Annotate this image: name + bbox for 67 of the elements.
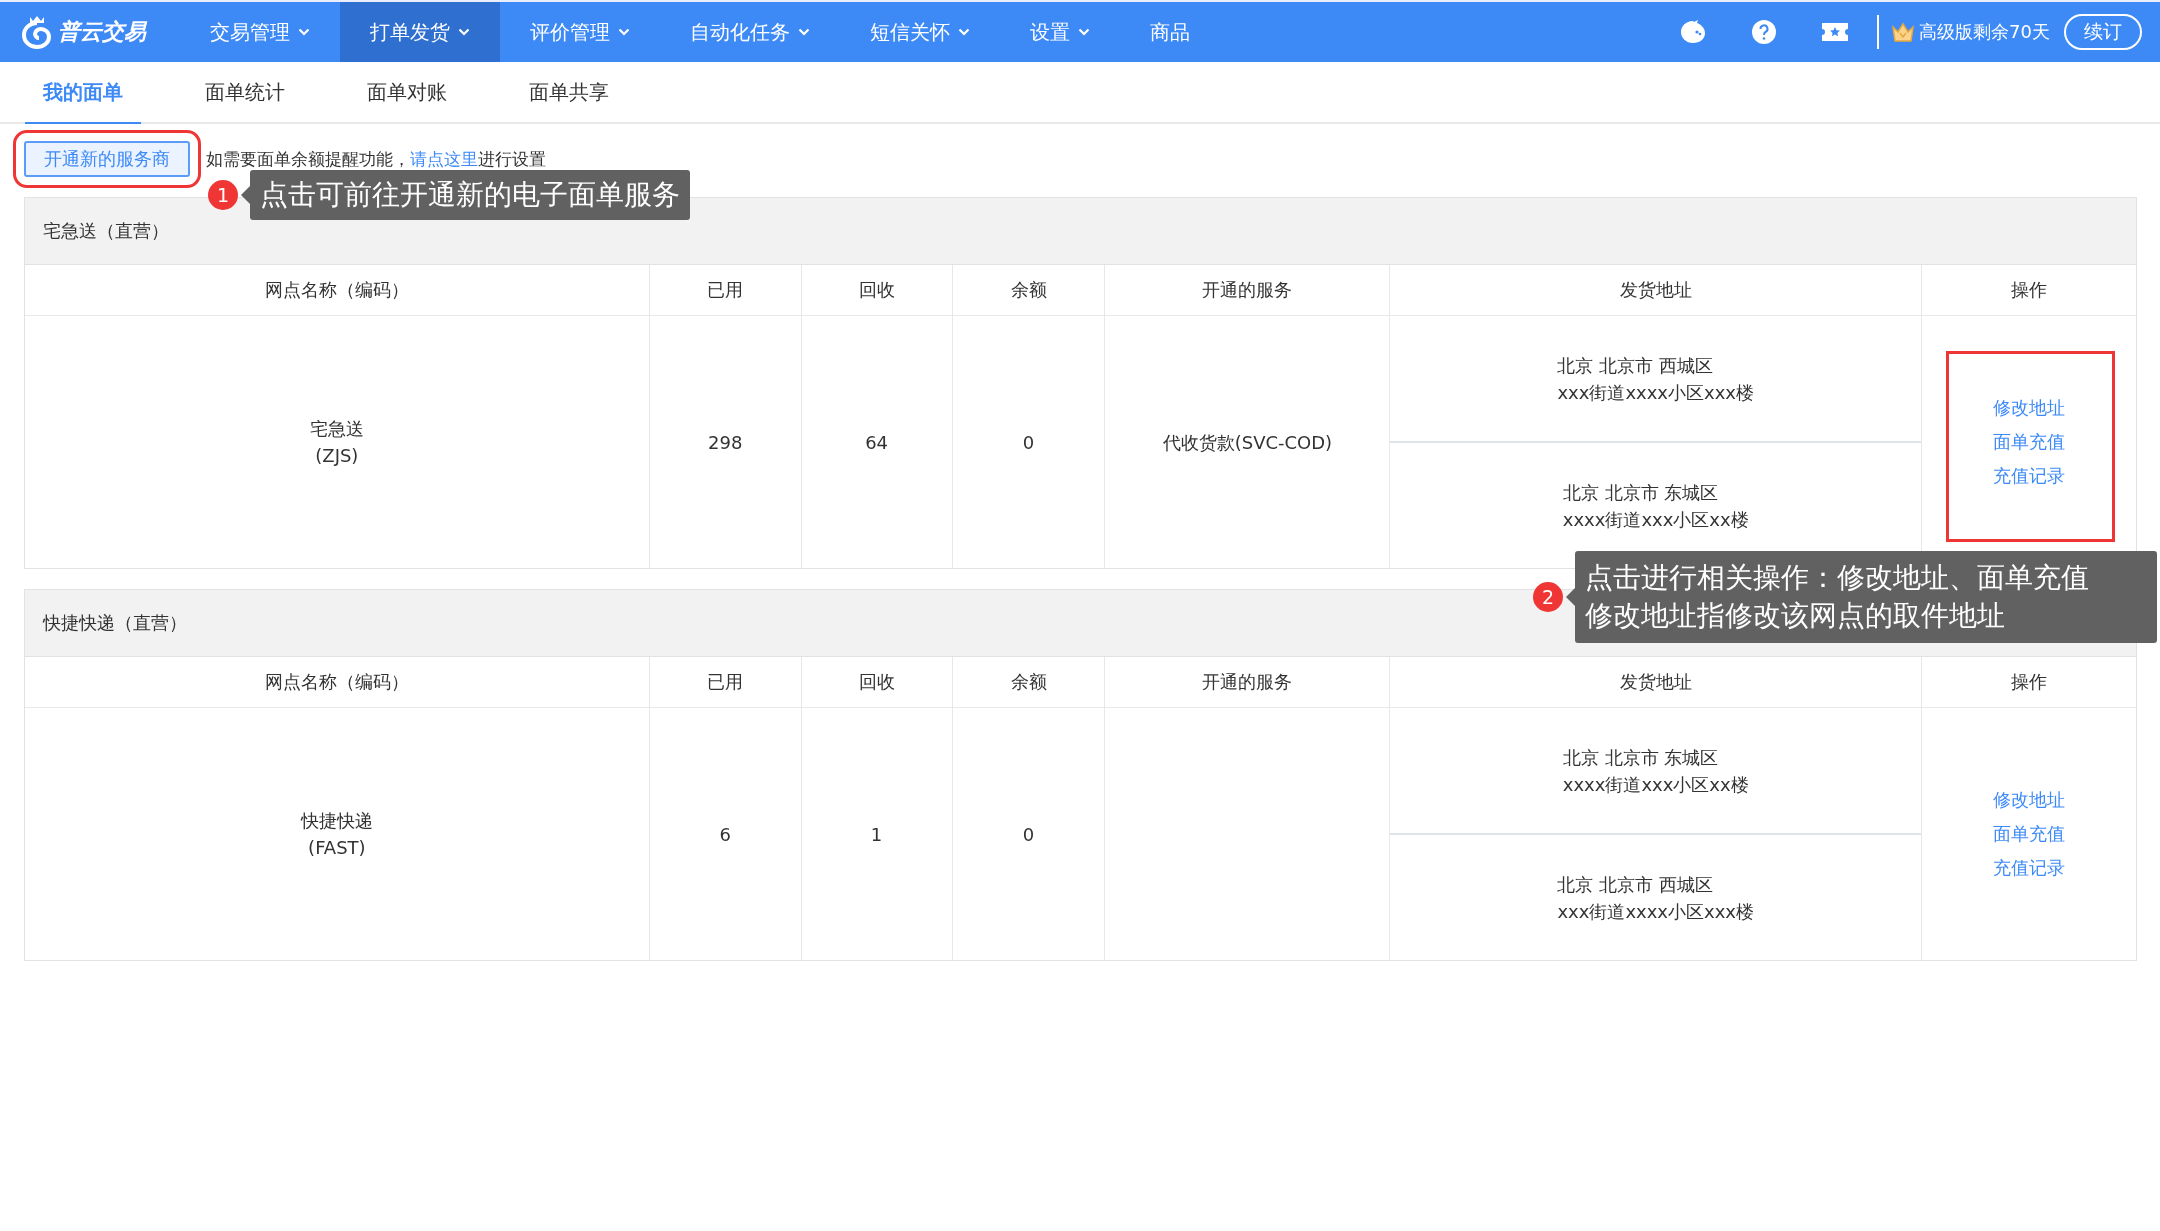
column-header: 操作	[1922, 657, 2136, 708]
column-header: 已用	[649, 265, 802, 316]
branch-code: (FAST)	[308, 836, 366, 860]
nav-menu-item[interactable]: 交易管理	[180, 2, 340, 62]
column-header: 回收	[801, 657, 953, 708]
annotation-text: 点击可前往开通新的电子面单服务	[260, 177, 680, 213]
plan-status: 高级版剩余70天	[1919, 20, 2050, 44]
action-link[interactable]: 充值记录	[1993, 856, 2066, 880]
tab[interactable]: 面单共享	[511, 62, 627, 124]
column-header: 网点名称（编码）	[25, 657, 650, 708]
logo-icon	[22, 16, 51, 49]
action-link[interactable]: 充值记录	[1993, 464, 2066, 488]
step-badge: 1	[208, 180, 238, 210]
action-link[interactable]: 面单充值	[1993, 430, 2066, 454]
nav-menu-item[interactable]: 短信关怀	[840, 2, 1000, 62]
action-link[interactable]: 修改地址	[1993, 396, 2066, 420]
column-header: 开通的服务	[1105, 657, 1391, 708]
service-name: 代收货款(SVC-COD)	[1162, 430, 1333, 455]
column-header: 已用	[649, 657, 802, 708]
ticket-icon[interactable]	[1821, 21, 1850, 43]
settings-link[interactable]: 请点这里	[410, 148, 478, 169]
column-header: 开通的服务	[1105, 265, 1391, 316]
logo-text: 普云交易	[58, 18, 146, 46]
action-link[interactable]: 修改地址	[1993, 788, 2066, 812]
branch-name: 宅急送	[309, 417, 364, 441]
address-street: xxxx街道xxx小区xx楼	[1562, 507, 1749, 532]
nav-menu-item[interactable]: 商品	[1120, 2, 1220, 62]
tab[interactable]: 我的面单	[25, 62, 141, 124]
tab[interactable]: 面单统计	[187, 62, 303, 124]
address-region: 北京 北京市 东城区	[1562, 745, 1720, 770]
reminder-notice: 如需要面单余额提醒功能，请点这里进行设置	[206, 147, 546, 171]
column-header: 余额	[952, 265, 1106, 316]
annotation-text: 修改地址指修改该网点的取件地址	[1585, 598, 2006, 634]
address-region: 北京 北京市 西城区	[1557, 353, 1714, 378]
address-region: 北京 北京市 西城区	[1557, 872, 1714, 897]
nav-menu-item[interactable]: 设置	[1000, 2, 1120, 62]
branch-code: (ZJS)	[315, 444, 359, 468]
column-header: 回收	[801, 265, 953, 316]
branch-name: 快捷快递	[300, 809, 373, 833]
group-title: 快捷快递（直营）	[43, 611, 187, 635]
recycled-count: 1	[870, 822, 883, 847]
action-link[interactable]: 面单充值	[1993, 822, 2066, 846]
help-icon[interactable]	[1751, 19, 1778, 45]
address-street: xxxx街道xxx小区xx楼	[1562, 772, 1749, 797]
annotation-text: 点击进行相关操作：修改地址、面单充值	[1585, 560, 2090, 596]
balance-count: 0	[1022, 822, 1035, 847]
balance-count: 0	[1022, 430, 1035, 455]
column-header: 余额	[952, 657, 1106, 708]
column-header: 发货地址	[1390, 657, 1923, 708]
address-region: 北京 北京市 东城区	[1562, 480, 1720, 505]
used-count: 298	[708, 430, 743, 455]
recycled-count: 64	[865, 430, 889, 455]
step-badge: 2	[1533, 582, 1563, 612]
crown-icon	[1891, 21, 1916, 43]
column-header: 网点名称（编码）	[25, 265, 650, 316]
nav-menu-item[interactable]: 打单发货	[340, 2, 500, 62]
nav-menu-item[interactable]: 自动化任务	[660, 2, 840, 62]
chat-bubble-icon[interactable]	[1679, 19, 1708, 45]
group-title: 宅急送（直营）	[43, 219, 169, 243]
renew-button[interactable]: 续订	[2064, 14, 2142, 50]
tab[interactable]: 面单对账	[349, 62, 465, 124]
used-count: 6	[719, 822, 731, 847]
column-header: 发货地址	[1390, 265, 1923, 316]
column-header: 操作	[1922, 265, 2136, 316]
address-street: xxx街道xxxx小区xxx楼	[1557, 380, 1754, 405]
address-street: xxx街道xxxx小区xxx楼	[1557, 899, 1754, 924]
nav-menu-item[interactable]: 评价管理	[500, 2, 660, 62]
